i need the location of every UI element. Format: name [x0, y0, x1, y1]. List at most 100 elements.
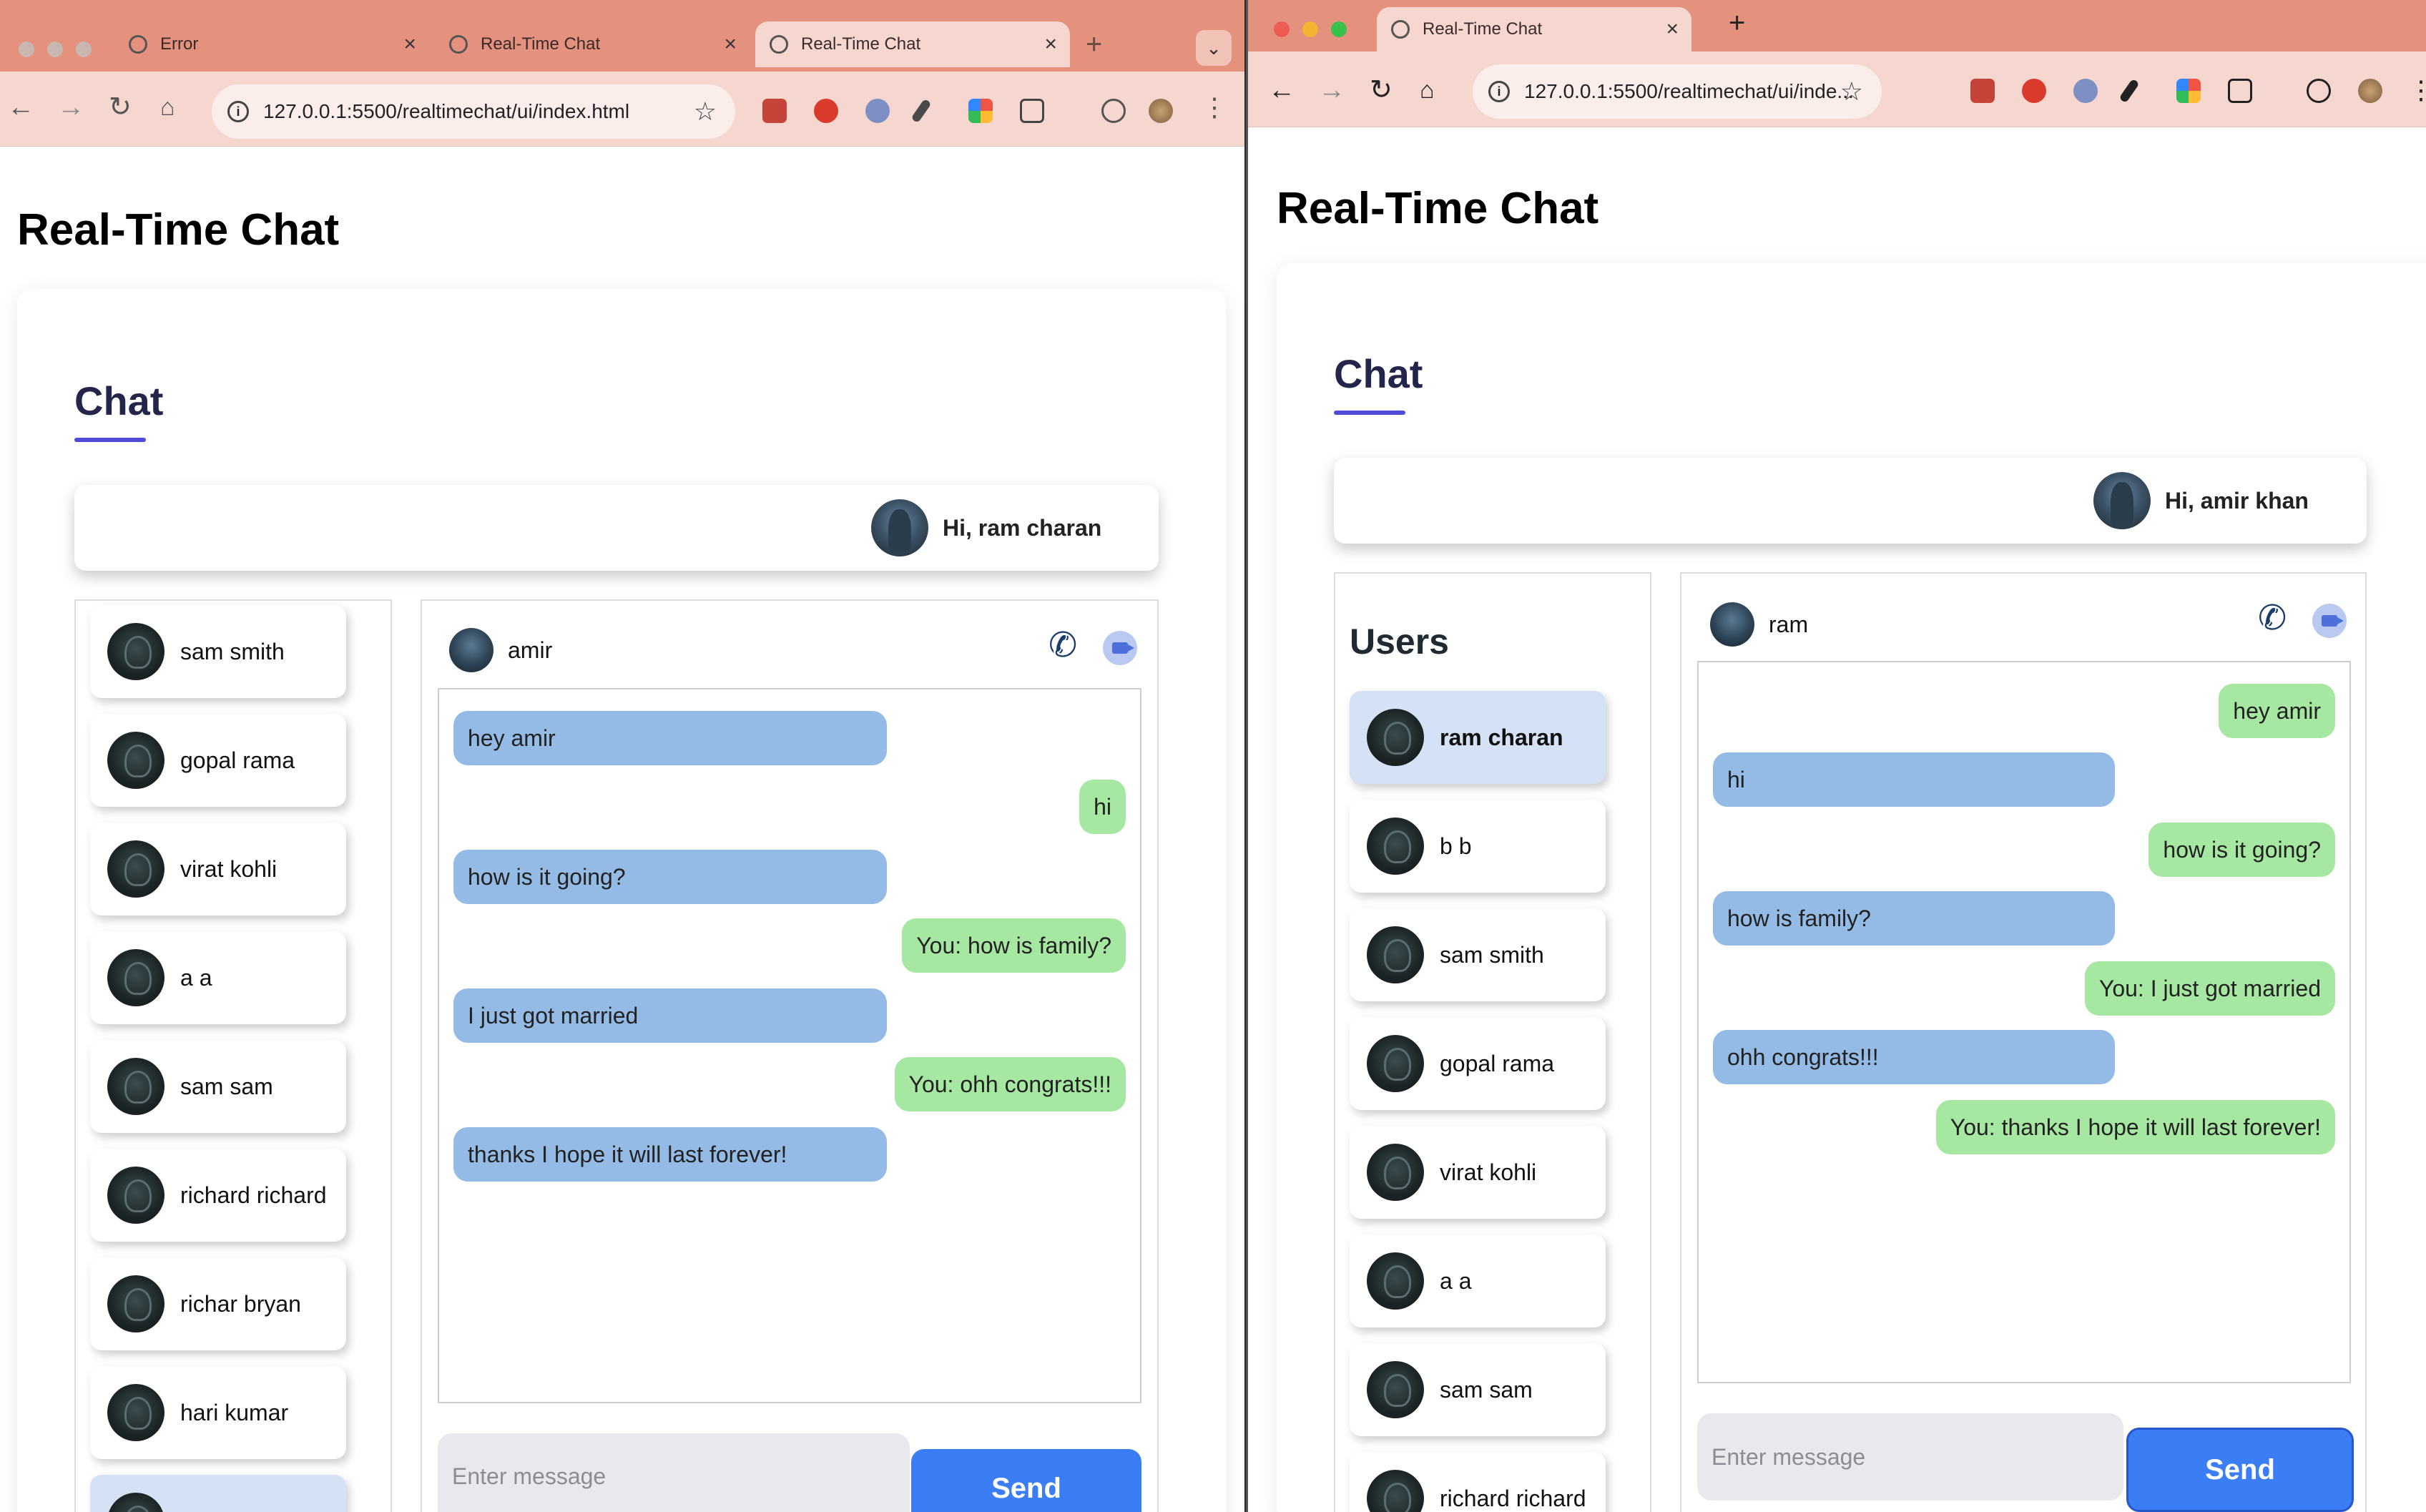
- tab-strip: Error × Real-Time Chat × Real-Time Chat …: [0, 0, 1244, 72]
- user-item[interactable]: gopal rama: [90, 714, 346, 807]
- puzzle-icon[interactable]: [2228, 79, 2252, 103]
- message-input[interactable]: [438, 1433, 910, 1512]
- address-bar[interactable]: i 127.0.0.1:5500/realtimechat/ui/inde...…: [1473, 64, 1882, 119]
- shield-icon[interactable]: [814, 99, 838, 123]
- outgoing-message: You: how is family?: [902, 918, 1126, 973]
- video-icon[interactable]: [1103, 631, 1137, 665]
- home-icon[interactable]: ⌂: [1420, 69, 1435, 112]
- user-item[interactable]: virat kohli: [1350, 1126, 1606, 1219]
- avatar: [871, 499, 928, 556]
- send-button[interactable]: Send: [2126, 1428, 2354, 1512]
- info-icon[interactable]: i: [227, 101, 249, 122]
- outgoing-message: You: I just got married: [2084, 961, 2335, 1016]
- user-item[interactable]: sam smith: [1350, 908, 1606, 1001]
- url-text: 127.0.0.1:5500/realtimechat/ui/inde...: [1524, 80, 1854, 102]
- reload-icon[interactable]: ↻: [1370, 69, 1393, 112]
- colorful-extension-icon[interactable]: [2176, 79, 2201, 103]
- avatar: [107, 1167, 164, 1224]
- close-window-button[interactable]: [1274, 21, 1290, 37]
- close-icon[interactable]: ×: [1666, 17, 1679, 41]
- avatar: [107, 1275, 164, 1332]
- star-icon[interactable]: ☆: [694, 97, 717, 127]
- video-icon[interactable]: [2312, 604, 2347, 638]
- tab-real-time-chat[interactable]: Real-Time Chat ×: [435, 21, 750, 67]
- close-window-button[interactable]: [19, 41, 34, 57]
- outgoing-message: hi: [1079, 780, 1126, 834]
- minimize-window-button[interactable]: [1302, 21, 1318, 37]
- back-icon[interactable]: ←: [1268, 69, 1295, 112]
- send-button[interactable]: Send: [911, 1449, 1141, 1512]
- chat-title: Chat: [74, 378, 164, 423]
- user-item[interactable]: richar bryan: [90, 1257, 346, 1350]
- user-item[interactable]: hari kumar: [90, 1366, 346, 1459]
- colorful-extension-icon[interactable]: [968, 99, 993, 123]
- user-item[interactable]: richard richard: [90, 1149, 346, 1242]
- user-item[interactable]: virat kohli: [90, 823, 346, 915]
- user-item[interactable]: gopal rama: [1350, 1017, 1606, 1110]
- chevron-down-icon[interactable]: ⌄: [1196, 30, 1232, 66]
- user-item[interactable]: a a: [90, 931, 346, 1024]
- tab-title: Real-Time Chat: [1423, 19, 1543, 39]
- phone-icon[interactable]: ✆: [1049, 625, 1077, 665]
- url-text: 127.0.0.1:5500/realtimechat/ui/index.htm…: [263, 100, 630, 122]
- menu-icon[interactable]: ⋮: [1202, 86, 1227, 129]
- pdf-icon[interactable]: [1970, 79, 1995, 103]
- user-item[interactable]: richard richard: [1350, 1452, 1606, 1512]
- back-icon[interactable]: ←: [7, 86, 34, 129]
- contact-name: ram: [1769, 611, 1809, 637]
- user-name: gopal rama: [1440, 1050, 1555, 1076]
- reload-icon[interactable]: ↻: [109, 86, 132, 129]
- pdf-icon[interactable]: [762, 99, 787, 123]
- avatar: [1367, 1252, 1424, 1310]
- contact-name: amir: [508, 637, 553, 663]
- minimize-window-button[interactable]: [47, 41, 63, 57]
- menu-icon[interactable]: ⋮: [2408, 69, 2426, 112]
- extension-icon[interactable]: [2073, 79, 2098, 103]
- user-name: richard richard: [180, 1182, 327, 1208]
- close-icon[interactable]: ×: [724, 32, 737, 57]
- avatar: [107, 949, 164, 1006]
- close-icon[interactable]: ×: [403, 32, 416, 57]
- close-icon[interactable]: ×: [1044, 32, 1057, 57]
- tab-real-time-chat-active[interactable]: Real-Time Chat ×: [1377, 7, 1691, 51]
- left-browser-window: Error × Real-Time Chat × Real-Time Chat …: [0, 0, 1244, 1512]
- home-icon[interactable]: ⌂: [160, 86, 175, 129]
- maximize-window-button[interactable]: [76, 41, 92, 57]
- profile-avatar[interactable]: [1149, 99, 1173, 123]
- info-icon[interactable]: i: [1488, 81, 1510, 102]
- shield-icon[interactable]: [2022, 79, 2046, 103]
- user-item[interactable]: b b: [1350, 800, 1606, 893]
- profile-avatar[interactable]: [2358, 79, 2382, 103]
- tab-real-time-chat-active[interactable]: Real-Time Chat ×: [755, 21, 1070, 67]
- forward-icon[interactable]: →: [57, 86, 84, 129]
- avatar: [107, 1493, 164, 1512]
- user-name: ram charan: [1440, 724, 1563, 750]
- message-input[interactable]: [1697, 1413, 2123, 1501]
- new-tab-button[interactable]: +: [1729, 7, 1745, 39]
- user-item[interactable]: sam smith: [90, 605, 346, 698]
- puzzle-icon[interactable]: [1020, 99, 1044, 123]
- new-tab-button[interactable]: +: [1086, 29, 1102, 61]
- address-bar[interactable]: i 127.0.0.1:5500/realtimechat/ui/index.h…: [212, 84, 735, 139]
- user-item-selected[interactable]: [90, 1475, 346, 1512]
- incoming-message: thanks I hope it will last forever!: [453, 1127, 887, 1182]
- user-name: sam sam: [1440, 1376, 1533, 1403]
- user-item[interactable]: sam sam: [1350, 1343, 1606, 1436]
- user-item-selected[interactable]: ram charan: [1350, 691, 1606, 784]
- tab-error[interactable]: Error ×: [114, 21, 429, 67]
- user-name: hari kumar: [180, 1399, 289, 1425]
- globe-icon: [770, 35, 788, 54]
- user-item[interactable]: a a: [1350, 1234, 1606, 1327]
- greeting-text: Hi, amir khan: [2165, 487, 2309, 514]
- forward-icon[interactable]: →: [1318, 69, 1345, 112]
- incoming-message: hi: [1713, 752, 2115, 807]
- sync-icon[interactable]: [2307, 79, 2331, 103]
- extension-icon[interactable]: [865, 99, 890, 123]
- user-item[interactable]: sam sam: [90, 1040, 346, 1133]
- sync-icon[interactable]: [1101, 99, 1126, 123]
- avatar: [1710, 602, 1754, 647]
- maximize-window-button[interactable]: [1331, 21, 1347, 37]
- star-icon[interactable]: ☆: [1840, 77, 1863, 107]
- phone-icon[interactable]: ✆: [2258, 598, 2287, 638]
- user-name: a a: [1440, 1267, 1472, 1294]
